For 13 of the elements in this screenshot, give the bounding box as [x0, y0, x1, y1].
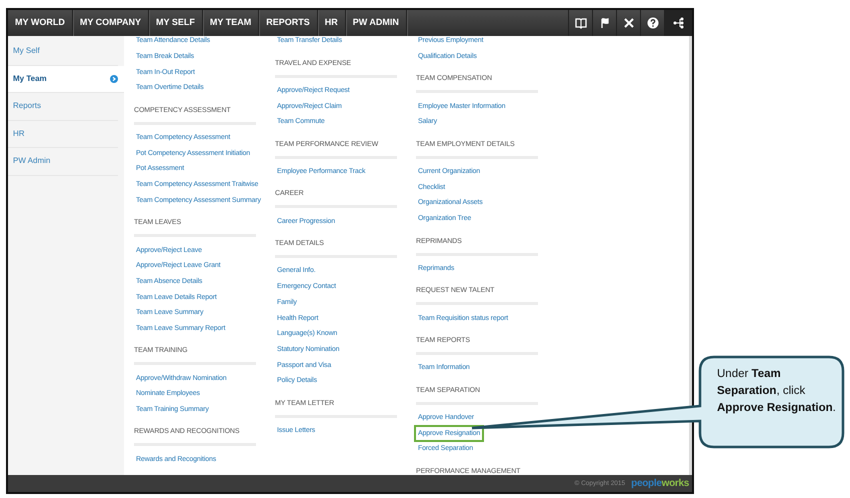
menu-tab[interactable]: REPORTS — [259, 10, 318, 36]
menu-tab[interactable]: MY TEAM — [202, 10, 260, 36]
sidebar-item[interactable]: Reports — [8, 93, 118, 120]
sidebar-item[interactable]: My Team — [8, 66, 124, 93]
menu-tab[interactable]: MY SELF — [149, 10, 203, 36]
share-icon[interactable] — [664, 10, 692, 36]
callout-text: Under Team Separation, click Approve Resignation. — [717, 367, 837, 416]
sidebar-item[interactable]: HR — [8, 120, 118, 148]
logo: peopleworks — [631, 477, 689, 491]
menu-tab[interactable]: HR — [318, 10, 346, 36]
arrow-icon — [110, 74, 118, 83]
sidebar-item[interactable]: PW Admin — [8, 148, 118, 176]
menu-tab[interactable]: PW ADMIN — [346, 10, 407, 36]
